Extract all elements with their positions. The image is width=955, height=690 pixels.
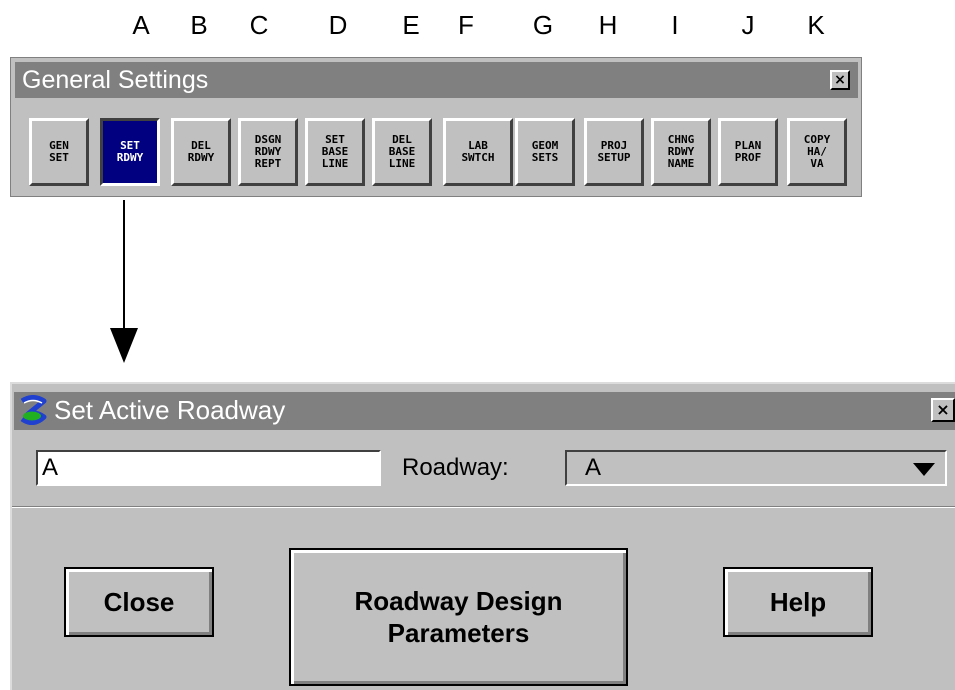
- help-button[interactable]: Help: [723, 567, 873, 637]
- column-letter: G: [532, 10, 554, 40]
- palette-title: General Settings: [22, 66, 209, 94]
- del-rdwy-button[interactable]: DEL RDWY: [171, 118, 231, 186]
- column-letter: F: [458, 10, 474, 40]
- column-letter: A: [132, 10, 150, 40]
- roadway-name-input[interactable]: A: [36, 450, 381, 486]
- chng-rdwy-name-button[interactable]: CHNG RDWY NAME: [651, 118, 711, 186]
- dsgn-rdwy-rept-button[interactable]: DSGN RDWY REPT: [238, 118, 298, 186]
- arrow-line: [123, 200, 125, 330]
- column-letter: K: [807, 10, 825, 40]
- roadway-label: Roadway:: [402, 454, 509, 481]
- dialog-title-bar[interactable]: Set Active Roadway ×: [14, 392, 955, 430]
- palette-close-button[interactable]: ×: [830, 70, 850, 90]
- set-active-roadway-dialog: Set Active Roadway × A Roadway: A Close …: [10, 382, 955, 690]
- dialog-close-icon[interactable]: ×: [931, 398, 955, 422]
- close-button[interactable]: Close: [64, 567, 214, 637]
- column-letter: B: [190, 10, 208, 40]
- column-letter: H: [598, 10, 618, 40]
- dropdown-arrow-icon[interactable]: [913, 463, 935, 476]
- roadway-select[interactable]: A: [565, 450, 947, 486]
- plan-prof-button[interactable]: PLAN PROF: [718, 118, 778, 186]
- column-letter: C: [249, 10, 269, 40]
- del-base-line-button[interactable]: DEL BASE LINE: [372, 118, 432, 186]
- arrow-head-icon: [110, 328, 138, 363]
- roadway-select-value: A: [585, 454, 602, 481]
- set-base-line-button[interactable]: SET BASE LINE: [305, 118, 365, 186]
- tool-button-row: GEN SET SET RDWY DEL RDWY DSGN RDWY REPT…: [29, 118, 859, 186]
- column-letter: I: [671, 10, 679, 40]
- copy-ha-va-button[interactable]: COPY HA/ VA: [787, 118, 847, 186]
- gen-set-button[interactable]: GEN SET: [29, 118, 89, 186]
- divider-highlight: [12, 507, 955, 508]
- app-logo-icon: [18, 395, 48, 425]
- palette-title-bar[interactable]: General Settings ×: [15, 62, 858, 98]
- lab-swtch-button[interactable]: LAB SWTCH: [443, 118, 513, 186]
- proj-setup-button[interactable]: PROJ SETUP: [584, 118, 644, 186]
- geom-sets-button[interactable]: GEOM SETS: [515, 118, 575, 186]
- column-letter: J: [741, 10, 755, 40]
- dialog-title: Set Active Roadway: [54, 395, 286, 425]
- general-settings-palette: General Settings × GEN SET SET RDWY DEL …: [10, 57, 862, 197]
- set-rdwy-button[interactable]: SET RDWY: [100, 118, 160, 186]
- roadway-design-parameters-button[interactable]: Roadway Design Parameters: [289, 548, 628, 686]
- column-letter: E: [402, 10, 420, 40]
- column-letter: D: [328, 10, 348, 40]
